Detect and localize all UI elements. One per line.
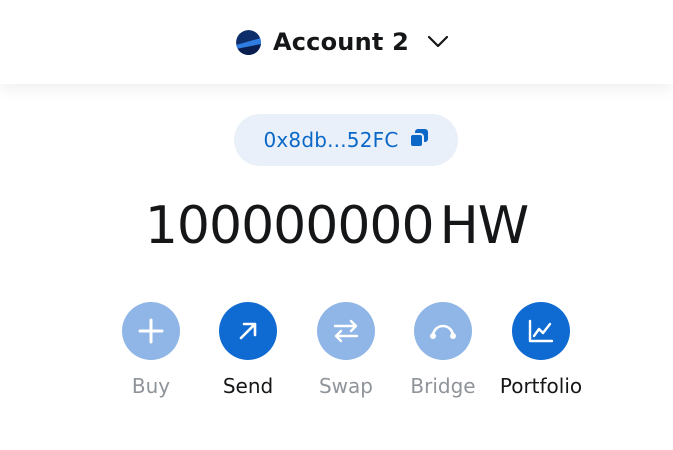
portfolio-button-circle[interactable] xyxy=(512,302,570,360)
account-address: 0x8db...52FC xyxy=(263,128,399,152)
portfolio-button[interactable]: Portfolio xyxy=(486,302,596,412)
address-copy-button[interactable]: 0x8db...52FC xyxy=(234,114,458,166)
arrow-up-right-icon xyxy=(239,322,257,340)
send-button[interactable]: Send xyxy=(193,302,303,412)
swap-button[interactable]: Swap xyxy=(291,302,401,412)
copy-icon xyxy=(408,128,429,152)
account-avatar-icon xyxy=(235,29,261,55)
bridge-label: Bridge xyxy=(410,374,476,398)
account-name: Account 2 xyxy=(272,28,409,56)
account-picker[interactable]: Account 2 xyxy=(235,28,449,56)
action-bar: Buy Send Swap Bridge Portfolio xyxy=(0,302,673,412)
swap-label: Swap xyxy=(318,374,373,398)
balance-unit: HW xyxy=(439,196,530,256)
bridge-button-circle[interactable] xyxy=(414,302,472,360)
buy-button[interactable]: Buy xyxy=(96,302,206,412)
buy-button-circle[interactable] xyxy=(122,302,180,360)
swap-arrows-icon xyxy=(333,319,359,343)
chart-line-icon xyxy=(528,319,554,343)
bridge-button[interactable]: Bridge xyxy=(388,302,498,412)
balance-display: 100000000 HW xyxy=(0,196,673,256)
chevron-down-icon[interactable] xyxy=(427,35,449,49)
balance-amount: 100000000 xyxy=(144,196,435,256)
bridge-icon xyxy=(430,324,456,339)
plus-icon xyxy=(138,318,164,344)
swap-button-circle[interactable] xyxy=(317,302,375,360)
send-label: Send xyxy=(222,374,274,398)
portfolio-label: Portfolio xyxy=(499,374,583,398)
buy-label: Buy xyxy=(131,374,171,398)
app-header: Account 2 xyxy=(0,0,673,84)
send-button-circle[interactable] xyxy=(219,302,277,360)
wallet-overview: 0x8db...52FC 100000000 HW Buy Send Swap … xyxy=(0,84,673,450)
